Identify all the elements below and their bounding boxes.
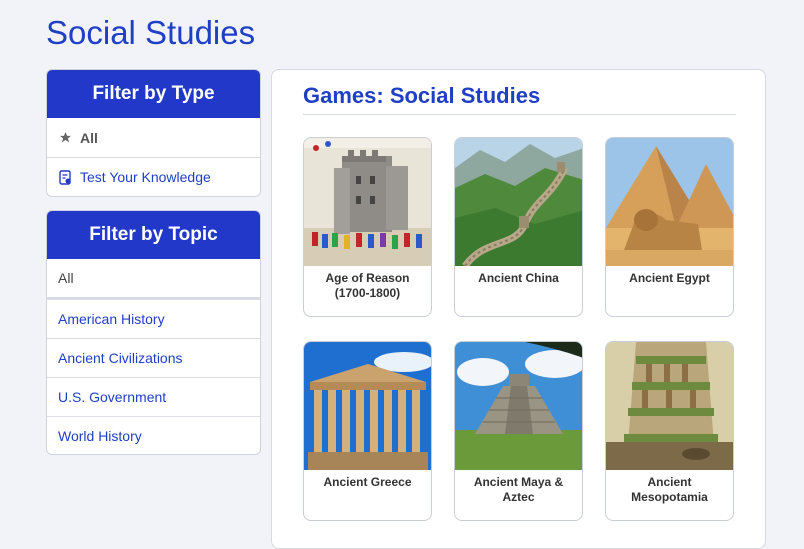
topic-item-us-government[interactable]: U.S. Government — [47, 377, 260, 416]
quiz-document-icon — [58, 169, 72, 185]
ancient-greece-image — [304, 342, 431, 470]
game-card-ancient-mesopotamia[interactable]: Ancient Mesopotamia — [605, 341, 734, 521]
topic-item-ancient-civilizations[interactable]: Ancient Civilizations — [47, 338, 260, 377]
topic-item-label: Ancient Civilizations — [58, 350, 183, 366]
ancient-maya-aztec-image — [455, 342, 582, 470]
ancient-mesopotamia-image — [606, 342, 733, 470]
filter-by-topic-panel: Filter by Topic All American History Anc… — [46, 210, 261, 455]
clipped-breadcrumb — [48, 0, 188, 2]
topic-item-label: U.S. Government — [58, 389, 167, 405]
type-item-all[interactable]: All — [47, 118, 260, 157]
topic-item-american-history[interactable]: American History — [47, 299, 260, 338]
topic-item-world-history[interactable]: World History — [47, 416, 260, 454]
game-card-label: Ancient Greece — [323, 475, 412, 489]
game-card-label: Ancient Egypt — [629, 271, 710, 285]
age-of-reason-image — [304, 138, 431, 266]
filter-by-type-header: Filter by Type — [47, 70, 260, 118]
game-card-label: Ancient Mesopotamia — [631, 475, 708, 504]
type-item-all-label: All — [80, 129, 98, 146]
page-title: Social Studies — [46, 14, 256, 51]
star-icon — [58, 131, 72, 145]
ancient-egypt-image — [606, 138, 733, 266]
games-panel: Games: Social Studies Age of Reason (170… — [271, 69, 766, 549]
topic-item-all-label: All — [58, 270, 74, 286]
game-card-ancient-greece[interactable]: Ancient Greece — [303, 341, 432, 521]
topic-item-label: World History — [58, 428, 142, 444]
filter-by-topic-header: Filter by Topic — [47, 211, 260, 259]
type-item-test-label: Test Your Knowledge — [80, 169, 211, 185]
topic-item-label: American History — [58, 311, 165, 327]
game-card-age-of-reason[interactable]: Age of Reason (1700-1800) — [303, 137, 432, 317]
topic-item-all[interactable]: All — [47, 259, 260, 299]
game-card-label: Age of Reason (1700-1800) — [325, 271, 410, 300]
filter-by-type-panel: Filter by Type All Test Your Knowledge — [46, 69, 261, 197]
game-card-ancient-maya-aztec[interactable]: Ancient Maya & Aztec — [454, 341, 583, 521]
game-card-ancient-china[interactable]: Ancient China — [454, 137, 583, 317]
game-card-label: Ancient China — [478, 271, 559, 285]
game-card-ancient-egypt[interactable]: Ancient Egypt — [605, 137, 734, 317]
games-title: Games: Social Studies — [303, 83, 736, 115]
ancient-china-image — [455, 138, 582, 266]
game-card-label: Ancient Maya & Aztec — [473, 475, 564, 504]
type-item-test-your-knowledge[interactable]: Test Your Knowledge — [47, 157, 260, 196]
